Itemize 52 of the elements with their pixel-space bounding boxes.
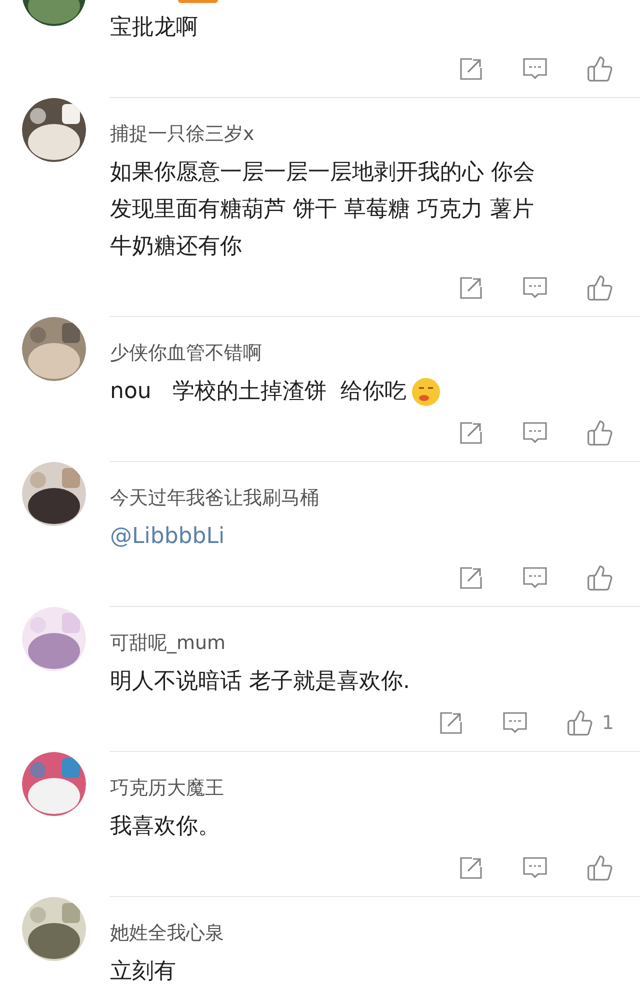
comment-text: 立刻有 bbox=[110, 958, 176, 986]
comment-text: 明人不说暗话 老子就是喜欢你. bbox=[110, 668, 410, 696]
like-button[interactable] bbox=[586, 564, 614, 592]
user-name[interactable]: 她姓全我心泉 bbox=[110, 919, 224, 947]
reply-button[interactable] bbox=[502, 710, 528, 736]
like-button[interactable] bbox=[586, 419, 614, 447]
reply-button[interactable] bbox=[522, 855, 548, 881]
comment-icon bbox=[502, 710, 528, 736]
thumbs-up-icon bbox=[566, 709, 594, 737]
comment-icon bbox=[522, 275, 548, 301]
mention-link[interactable]: @LibbbbLi bbox=[110, 520, 225, 553]
comment-icon bbox=[522, 855, 548, 881]
like-button[interactable] bbox=[586, 55, 614, 83]
user-name[interactable]: 可甜呢_mum bbox=[110, 629, 226, 657]
share-icon bbox=[458, 420, 484, 446]
thumbs-up-icon bbox=[586, 274, 614, 302]
user-name[interactable]: 巧克历大魔王 bbox=[110, 774, 224, 802]
comment-text: nou 学校的土掉渣饼 给你吃 bbox=[110, 378, 406, 406]
like-button[interactable] bbox=[586, 274, 614, 302]
comment-icon bbox=[522, 565, 548, 591]
user-name[interactable]: 少侠你血管不错啊 bbox=[110, 339, 262, 367]
thumbs-up-icon bbox=[586, 419, 614, 447]
share-icon bbox=[438, 710, 464, 736]
share-button[interactable] bbox=[458, 275, 484, 301]
user-name[interactable]: 今天过年我爸让我刷马桶 bbox=[110, 484, 319, 512]
reply-button[interactable] bbox=[522, 56, 548, 82]
reply-button[interactable] bbox=[522, 275, 548, 301]
like-button[interactable]: 1 bbox=[566, 708, 614, 738]
share-icon bbox=[458, 855, 484, 881]
comment-icon bbox=[522, 420, 548, 446]
thumbs-up-icon bbox=[586, 564, 614, 592]
comment-icon bbox=[522, 56, 548, 82]
share-button[interactable] bbox=[458, 565, 484, 591]
thumbs-up-icon bbox=[586, 854, 614, 882]
user-name[interactable]: 捕捉一只徐三岁x bbox=[110, 120, 254, 148]
comment-text: 如果你愿意一层一层一层地剥开我的心 你会 bbox=[110, 159, 535, 187]
reply-button[interactable] bbox=[522, 565, 548, 591]
share-button[interactable] bbox=[458, 56, 484, 82]
thumbs-up-icon bbox=[586, 55, 614, 83]
share-icon bbox=[458, 56, 484, 82]
reply-button[interactable] bbox=[522, 420, 548, 446]
comment-text: 发现里面有糖葫芦 饼干 草莓糖 巧克力 薯片 bbox=[110, 196, 534, 224]
share-button[interactable] bbox=[458, 855, 484, 881]
share-button[interactable] bbox=[438, 710, 464, 736]
comment-text: 宝批龙啊 bbox=[110, 14, 198, 42]
tab-indicator bbox=[178, 0, 218, 3]
share-button[interactable] bbox=[458, 420, 484, 446]
comment-text: 牛奶糖还有你 bbox=[110, 233, 242, 261]
comment-text: 我喜欢你。 bbox=[110, 813, 220, 841]
share-icon bbox=[458, 275, 484, 301]
like-button[interactable] bbox=[586, 854, 614, 882]
share-icon bbox=[458, 565, 484, 591]
